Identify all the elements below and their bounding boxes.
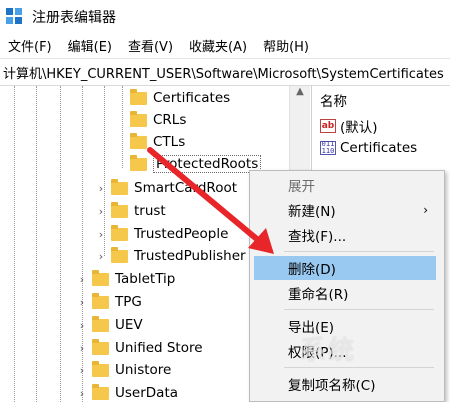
tree-item-uev[interactable]: › UEV [76, 314, 143, 336]
folder-icon [130, 132, 147, 149]
string-value-icon: ab [320, 119, 336, 133]
address-path: 计算机\HKEY_CURRENT_USER\Software\Microsoft… [3, 67, 444, 82]
tree-item-tablettip[interactable]: › TabletTip [76, 268, 175, 290]
menu-view[interactable]: 查看(V) [120, 36, 181, 55]
address-bar[interactable]: 计算机\HKEY_CURRENT_USER\Software\Microsoft… [0, 60, 450, 86]
menu-item-delete[interactable]: 删除(D) [254, 256, 436, 280]
tree-item-trust[interactable]: › trust [95, 200, 166, 222]
value-row-default[interactable]: ab (默认) [320, 116, 378, 136]
folder-icon [92, 315, 109, 332]
folder-icon [111, 201, 128, 218]
value-row-certificates[interactable]: 011 110 Certificates [320, 140, 417, 156]
context-menu: 展开 新建(N) › 查找(F)... 删除(D) 重命名(R) 导出(E) 权… [249, 170, 445, 402]
tree-item-tpg[interactable]: › TPG [76, 291, 142, 313]
tree-item-trustedpublisher[interactable]: › TrustedPublisher [95, 245, 246, 267]
tree-item-unified-store[interactable]: › Unified Store [76, 337, 203, 359]
tree-item-ctls[interactable]: CTLs [130, 131, 185, 153]
menu-file[interactable]: 文件(F) [0, 36, 60, 55]
folder-icon [92, 383, 109, 400]
menu-help[interactable]: 帮助(H) [255, 36, 317, 55]
menu-item-export[interactable]: 导出(E) [250, 314, 444, 338]
expand-chevron-icon[interactable]: › [76, 364, 88, 377]
binary-value-icon: 011 110 [320, 140, 336, 155]
menu-separator [284, 367, 434, 368]
folder-icon [130, 154, 147, 171]
submenu-arrow-icon: › [423, 203, 428, 217]
tree-item-certificates[interactable]: Certificates [130, 87, 230, 109]
expand-chevron-icon[interactable]: › [95, 228, 107, 241]
expand-chevron-icon[interactable]: › [95, 205, 107, 218]
folder-icon [111, 178, 128, 195]
folder-icon [92, 338, 109, 355]
folder-icon [92, 360, 109, 377]
expand-chevron-icon[interactable]: › [76, 319, 88, 332]
tree-guide-line [36, 86, 37, 402]
expand-chevron-icon[interactable]: › [76, 342, 88, 355]
folder-icon [92, 292, 109, 309]
tree-item-smartcardroot[interactable]: › SmartCardRoot [95, 177, 237, 199]
tree-item-unistore[interactable]: › Unistore [76, 359, 171, 381]
expand-chevron-icon[interactable]: › [95, 250, 107, 263]
menu-item-copy-key-name[interactable]: 复制项名称(C) [250, 372, 444, 396]
folder-icon [111, 224, 128, 241]
tree-item-protectedroots[interactable]: ProtectedRoots [130, 153, 262, 175]
menu-item-find[interactable]: 查找(F)... [250, 223, 444, 247]
tree-item-crls[interactable]: CRLs [130, 109, 186, 131]
expand-chevron-icon[interactable]: › [76, 296, 88, 309]
menu-item-rename[interactable]: 重命名(R) [250, 281, 444, 305]
menu-separator [284, 251, 434, 252]
expand-chevron-icon[interactable]: › [95, 182, 107, 195]
tree-guide-line [14, 86, 15, 402]
menu-favorites[interactable]: 收藏夹(A) [181, 36, 255, 55]
regedit-app-icon [6, 7, 24, 26]
menu-bar: 文件(F) 编辑(E) 查看(V) 收藏夹(A) 帮助(H) [0, 33, 450, 59]
menu-separator [284, 309, 434, 310]
menu-item-new[interactable]: 新建(N) › [250, 198, 444, 222]
tree-guide-line [122, 86, 123, 168]
expand-chevron-icon[interactable]: › [76, 387, 88, 400]
tree-guide-line [60, 86, 61, 402]
folder-icon [130, 88, 147, 105]
folder-icon [111, 246, 128, 263]
title-bar: 注册表编辑器 [0, 0, 450, 33]
scroll-up-arrow-icon[interactable]: ▲ [290, 86, 310, 104]
folder-icon [130, 110, 147, 127]
tree-item-trustedpeople[interactable]: › TrustedPeople [95, 223, 228, 245]
window-title: 注册表编辑器 [32, 9, 116, 26]
menu-item-permissions[interactable]: 权限(P)... [250, 339, 444, 363]
folder-icon [92, 269, 109, 286]
menu-edit[interactable]: 编辑(E) [60, 36, 120, 55]
column-header-name[interactable]: 名称 [320, 90, 347, 110]
menu-item-expand[interactable]: 展开 [250, 173, 444, 197]
tree-item-userdata[interactable]: › UserData [76, 382, 178, 402]
expand-chevron-icon[interactable]: › [76, 273, 88, 286]
